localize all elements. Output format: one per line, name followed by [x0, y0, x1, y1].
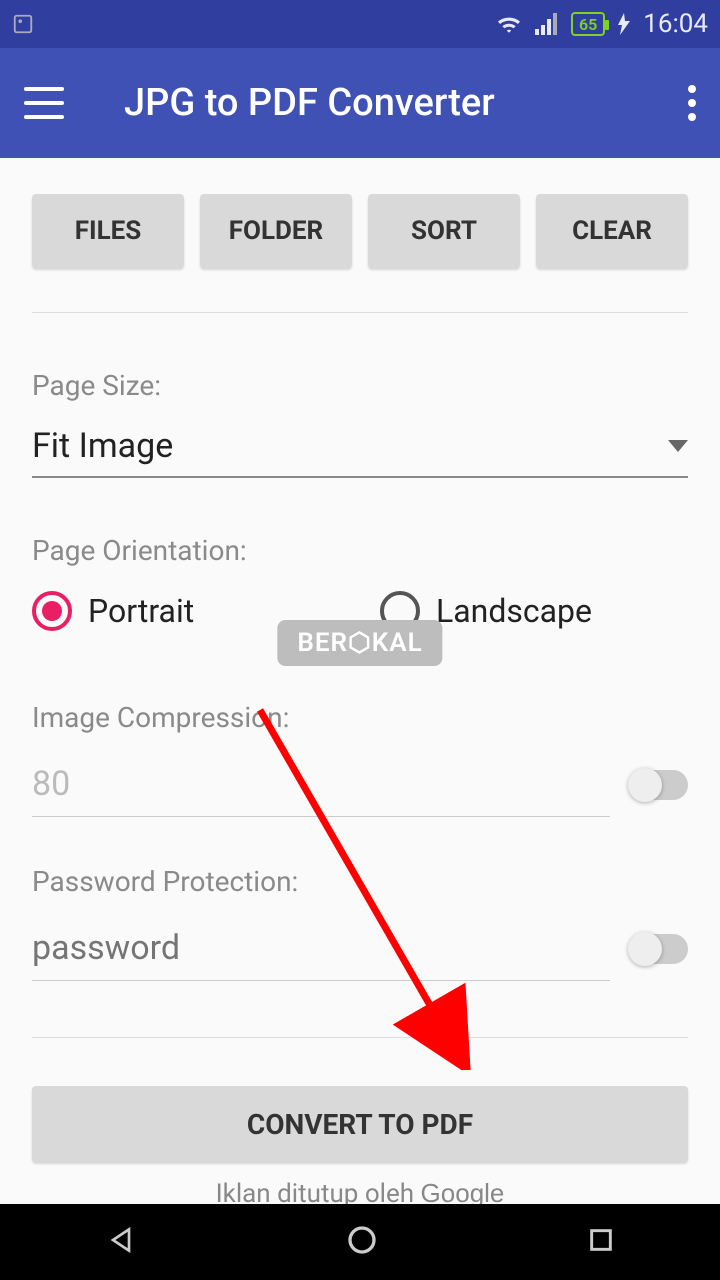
navigation-bar	[0, 1204, 720, 1280]
compression-toggle[interactable]	[630, 770, 688, 800]
orientation-label: Page Orientation:	[32, 534, 688, 567]
page-size-label: Page Size:	[32, 369, 688, 402]
charging-icon	[617, 13, 631, 35]
more-icon[interactable]	[688, 85, 696, 121]
battery-level: 65	[579, 15, 597, 34]
clear-button[interactable]: CLEAR	[536, 194, 688, 268]
status-bar: 65 16:04	[0, 0, 720, 48]
app-bar: JPG to PDF Converter	[0, 48, 720, 158]
action-button-row: FILES FOLDER SORT CLEAR	[32, 194, 688, 268]
compression-input[interactable]	[32, 752, 610, 817]
toggle-knob	[628, 768, 662, 802]
watermark: BER⬡KAL	[277, 620, 442, 666]
password-input[interactable]	[32, 916, 610, 981]
menu-icon[interactable]	[24, 87, 64, 119]
password-label: Password Protection:	[32, 865, 688, 898]
battery-indicator: 65	[571, 12, 605, 36]
page-size-value: Fit Image	[32, 426, 173, 466]
clock: 16:04	[643, 9, 708, 39]
back-icon[interactable]	[105, 1224, 137, 1260]
password-toggle[interactable]	[630, 934, 688, 964]
wifi-icon	[495, 13, 523, 35]
folder-button[interactable]: FOLDER	[200, 194, 352, 268]
radio-selected-icon	[32, 591, 72, 631]
signal-icon	[535, 13, 559, 35]
portrait-label: Portrait	[88, 592, 194, 630]
toggle-knob	[628, 932, 662, 966]
sort-button[interactable]: SORT	[368, 194, 520, 268]
landscape-label: Landscape	[436, 592, 592, 630]
home-icon[interactable]	[346, 1224, 378, 1260]
recent-icon[interactable]	[587, 1226, 615, 1258]
dropdown-icon	[668, 440, 688, 452]
files-button[interactable]: FILES	[32, 194, 184, 268]
divider	[32, 312, 688, 313]
convert-button[interactable]: CONVERT TO PDF	[32, 1086, 688, 1162]
divider	[32, 1037, 688, 1038]
screenshot-icon	[12, 13, 34, 35]
app-title: JPG to PDF Converter	[124, 81, 495, 125]
page-size-select[interactable]: Fit Image	[32, 426, 688, 478]
compression-label: Image Compression:	[32, 701, 688, 734]
